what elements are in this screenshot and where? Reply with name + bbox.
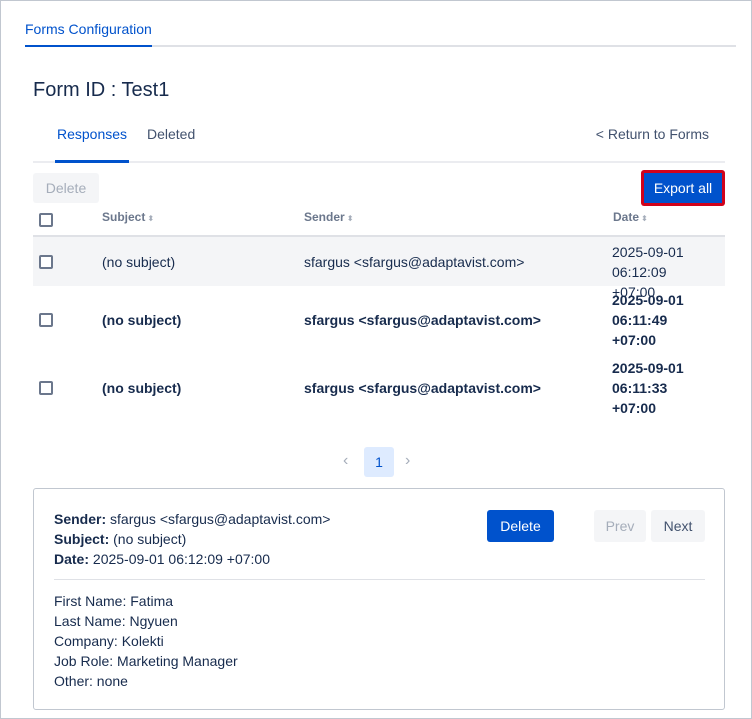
field-first-name: First Name: Fatima	[54, 593, 174, 609]
responses-tab-bar: Responses Deleted < Return to Forms	[33, 113, 725, 163]
row-checkbox[interactable]	[39, 255, 53, 269]
row-checkbox[interactable]	[39, 381, 53, 395]
detail-date-label: Date:	[54, 551, 90, 567]
row-subject: (no subject)	[102, 254, 176, 270]
row-sender: sfargus <sfargus@adaptavist.com>	[304, 312, 541, 328]
delete-response-button[interactable]: Delete	[487, 510, 554, 542]
top-tab-bar: Forms Configuration	[25, 1, 736, 47]
tab-responses[interactable]: Responses	[55, 126, 129, 163]
sort-icon: ⬍	[147, 214, 155, 223]
field-company: Company: Kolekti	[54, 633, 164, 649]
row-subject: (no subject)	[102, 380, 182, 396]
return-to-forms-link[interactable]: < Return to Forms	[596, 126, 709, 142]
detail-sender-label: Sender:	[54, 511, 107, 527]
detail-sender-value: sfargus <sfargus@adaptavist.com>	[110, 511, 331, 527]
chevron-right-icon[interactable]: ›	[405, 452, 410, 470]
column-header-sender-label: Sender	[304, 210, 345, 224]
detail-date: Date: 2025-09-01 06:12:09 +07:00	[54, 551, 270, 567]
detail-subject-label: Subject:	[54, 531, 110, 547]
field-job-role: Job Role: Marketing Manager	[54, 653, 238, 669]
table-row[interactable]: (no subject) sfargus <sfargus@adaptavist…	[33, 237, 725, 300]
column-header-subject-label: Subject	[102, 210, 146, 224]
table-header: Subject ⬍ Sender ⬍ Date ⬍	[33, 205, 725, 237]
row-sender: sfargus <sfargus@adaptavist.com>	[304, 380, 541, 396]
select-all-checkbox[interactable]	[39, 213, 53, 227]
delete-selected-button[interactable]: Delete	[33, 173, 99, 203]
detail-subject-value: (no subject)	[113, 531, 187, 547]
sort-icon: ⬍	[641, 214, 648, 223]
row-subject: (no subject)	[102, 312, 182, 328]
table-row[interactable]: (no subject) sfargus <sfargus@adaptavist…	[33, 354, 725, 422]
column-header-subject[interactable]: Subject ⬍	[102, 210, 154, 224]
detail-subject: Subject: (no subject)	[54, 531, 186, 547]
next-response-button[interactable]: Next	[651, 510, 705, 542]
table-row[interactable]: (no subject) sfargus <sfargus@adaptavist…	[33, 286, 725, 354]
tab-deleted[interactable]: Deleted	[147, 126, 195, 163]
row-date: 2025-09-01 06:11:33 +07:00	[612, 360, 684, 416]
detail-date-value: 2025-09-01 06:12:09 +07:00	[92, 551, 271, 567]
chevron-left-icon[interactable]: ‹	[343, 452, 348, 470]
forms-config-panel: Forms Configuration Form ID : Test1 Resp…	[0, 0, 752, 719]
divider	[54, 579, 705, 580]
export-all-button[interactable]: Export all	[642, 171, 724, 205]
sort-icon: ⬍	[346, 214, 354, 223]
tab-forms-configuration[interactable]: Forms Configuration	[25, 21, 152, 47]
page-title: Form ID : Test1	[33, 79, 170, 101]
column-header-sender[interactable]: Sender ⬍	[304, 210, 353, 224]
column-header-date-label: Date	[613, 210, 640, 224]
page-button-current[interactable]: 1	[364, 447, 394, 477]
field-last-name: Last Name: Ngyuen	[54, 613, 178, 629]
prev-response-button[interactable]: Prev	[594, 510, 646, 542]
row-sender: sfargus <sfargus@adaptavist.com>	[304, 254, 525, 270]
row-checkbox[interactable]	[39, 313, 53, 327]
field-other: Other: none	[54, 673, 128, 689]
response-detail-panel: Sender: sfargus <sfargus@adaptavist.com>…	[33, 488, 725, 710]
responses-table: Subject ⬍ Sender ⬍ Date ⬍ (no subject) sfar…	[33, 205, 725, 422]
detail-sender: Sender: sfargus <sfargus@adaptavist.com>	[54, 511, 330, 527]
column-header-date[interactable]: Date ⬍	[613, 210, 648, 224]
row-date: 2025-09-01 06:11:49 +07:00	[612, 292, 684, 348]
